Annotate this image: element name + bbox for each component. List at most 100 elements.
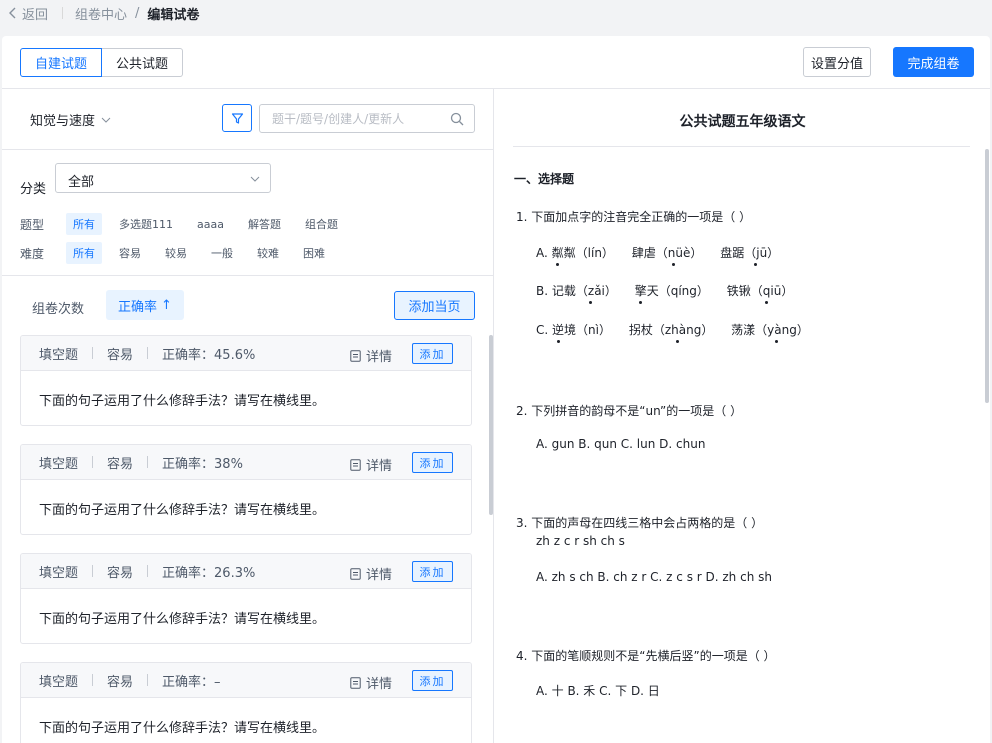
scrollbar[interactable] xyxy=(489,335,493,515)
document-icon xyxy=(350,349,361,362)
difficulty-tag[interactable]: 困难 xyxy=(296,242,332,264)
breadcrumb-slash: / xyxy=(135,5,140,21)
question-rate: 正确率：45.6% xyxy=(162,347,256,363)
question-meta: 填空题 容易 正确率：45.6% 详情 添加 xyxy=(21,336,471,371)
detail-link[interactable]: 详情 xyxy=(350,346,392,365)
search-icon[interactable] xyxy=(450,112,464,126)
chevron-left-icon xyxy=(9,7,16,19)
document-icon xyxy=(350,458,361,471)
preview-scrollbar[interactable] xyxy=(985,149,989,403)
sort-by-count[interactable]: 组卷次数 xyxy=(32,298,84,317)
search-input[interactable] xyxy=(272,111,442,127)
option-text: 拐 xyxy=(628,323,641,337)
question-text: 下面的句子运用了什么修辞手法？请写在横线里。 xyxy=(39,394,326,409)
question-stem: 2. 下列拼音的韵母不是“un”的一项是（ ） xyxy=(516,404,743,418)
difficulty-tag[interactable]: 容易 xyxy=(112,242,148,264)
paper-preview: 公共试题五年级语文 一、选择题 1. 下面加点字的注音完全正确的一项是（ ） A… xyxy=(495,89,990,743)
question-meta: 填空题 容易 正确率：38% 详情 添加 xyxy=(21,445,471,480)
category-select[interactable]: 全部 xyxy=(55,163,271,193)
category-value: 全部 xyxy=(68,175,95,190)
filter-button[interactable] xyxy=(222,104,252,132)
option-label: B. xyxy=(536,284,549,298)
chevron-down-icon xyxy=(250,176,260,182)
detail-label: 详情 xyxy=(366,677,393,692)
detail-link[interactable]: 详情 xyxy=(350,455,392,474)
tab-own-questions[interactable]: 自建试题 xyxy=(20,48,103,77)
source-tabs: 自建试题 公共试题 xyxy=(20,48,184,77)
meta-divider xyxy=(92,565,94,577)
sort-rate-label: 正确率 xyxy=(118,299,158,315)
option-text: 天（qíng） xyxy=(646,284,709,298)
section-heading: 一、选择题 xyxy=(514,172,575,186)
option-text: 粼（lín） xyxy=(563,246,614,260)
type-tag[interactable]: 组合题 xyxy=(298,213,345,235)
type-tag[interactable]: aaaa xyxy=(190,215,231,234)
knowledge-label: 知觉与速度 xyxy=(30,114,96,129)
knowledge-dropdown[interactable]: 知觉与速度 xyxy=(30,110,111,129)
difficulty-tag[interactable]: 较难 xyxy=(250,242,286,264)
sort-by-rate[interactable]: 正确率 ↑ xyxy=(106,290,184,320)
add-question-button[interactable]: 添加 xyxy=(412,561,453,582)
emphasis-char: 虐（nüè） xyxy=(643,246,703,266)
breadcrumb-parent[interactable]: 组卷中心 xyxy=(75,4,127,23)
editor-header: 自建试题 公共试题 设置分值 完成组卷 xyxy=(2,36,990,89)
category-label: 分类 xyxy=(20,182,47,197)
add-question-button[interactable]: 添加 xyxy=(412,452,453,473)
question-card: 填空题 容易 正确率：26.3% 详情 添加 下面的句子运用了什么修辞手法？请写… xyxy=(20,553,472,644)
question-stem: 1. 下面加点字的注音完全正确的一项是（ ） xyxy=(516,210,752,224)
back-link[interactable]: 返回 xyxy=(8,4,48,23)
breadcrumb-current: 编辑试卷 xyxy=(147,7,200,23)
type-tag[interactable]: 多选题111 xyxy=(112,213,180,235)
emphasis-char: 杖（zhàng） xyxy=(640,323,714,343)
bank-toolbar: 知觉与速度 xyxy=(2,89,493,150)
add-question-button[interactable]: 添加 xyxy=(412,670,453,691)
chevron-down-icon xyxy=(101,117,111,123)
meta-divider xyxy=(147,674,149,686)
set-score-button[interactable]: 设置分值 xyxy=(803,47,871,77)
question-difficulty: 容易 xyxy=(107,565,134,581)
option-row: A. 粼粼（lín） 肆虐（nüè） 盘踞（jū） xyxy=(536,244,779,266)
question-difficulty: 容易 xyxy=(107,674,134,690)
meta-divider xyxy=(147,347,149,359)
emphasis-char: 锹（qiū） xyxy=(738,284,794,304)
type-tag[interactable]: 所有 xyxy=(66,213,102,235)
meta-divider xyxy=(147,565,149,577)
option-text: 盘 xyxy=(720,246,733,260)
question-difficulty: 容易 xyxy=(107,456,134,472)
add-page-button[interactable]: 添加当页 xyxy=(394,291,475,320)
emphasis-char: 擎 xyxy=(634,284,647,304)
type-filter-row: 题型 所有 多选题111 aaaa 解答题 组合题 xyxy=(20,213,355,235)
finish-button[interactable]: 完成组卷 xyxy=(893,47,974,77)
difficulty-label: 难度 xyxy=(20,246,45,261)
filter-icon xyxy=(231,112,243,124)
question-text: 下面的句子运用了什么修辞手法？请写在横线里。 xyxy=(39,612,326,627)
paper-title: 公共试题五年级语文 xyxy=(679,114,806,130)
emphasis-char: 载（zǎi） xyxy=(563,284,617,304)
detail-label: 详情 xyxy=(366,568,393,583)
question-type: 填空题 xyxy=(39,347,79,363)
title-divider xyxy=(513,146,970,147)
question-difficulty: 容易 xyxy=(107,347,134,363)
difficulty-tag[interactable]: 较易 xyxy=(158,242,194,264)
option-row: B. 记载（zǎi） 擎天（qíng） 铁锹（qiū） xyxy=(536,282,794,304)
option-text: 铁 xyxy=(726,284,739,298)
question-card: 填空题 容易 正确率：38% 详情 添加 下面的句子运用了什么修辞手法？请写在横… xyxy=(20,444,472,535)
detail-link[interactable]: 详情 xyxy=(350,673,392,692)
difficulty-tag[interactable]: 所有 xyxy=(66,242,102,264)
question-text: 下面的句子运用了什么修辞手法？请写在横线里。 xyxy=(39,503,326,518)
document-icon xyxy=(350,676,361,689)
tab-public-questions[interactable]: 公共试题 xyxy=(102,48,184,77)
option-text: 荡 xyxy=(731,323,744,337)
meta-divider xyxy=(147,456,149,468)
difficulty-tag[interactable]: 一般 xyxy=(204,242,240,264)
editor-card: 自建试题 公共试题 设置分值 完成组卷 知觉与速度 分类 全部 xyxy=(2,36,990,743)
type-label: 题型 xyxy=(20,217,45,232)
option-row: A. zh s ch B. ch z r C. z c s r D. zh ch… xyxy=(536,570,772,584)
detail-link[interactable]: 详情 xyxy=(350,564,392,583)
difficulty-filter-row: 难度 所有 容易 较易 一般 较难 困难 xyxy=(20,242,342,264)
type-tag[interactable]: 解答题 xyxy=(241,213,288,235)
add-question-button[interactable]: 添加 xyxy=(412,343,453,364)
option-row: A. 十 B. 禾 C. 下 D. 日 xyxy=(536,684,660,698)
meta-divider xyxy=(92,347,94,359)
question-text: 下面的句子运用了什么修辞手法？请写在横线里。 xyxy=(39,721,326,736)
